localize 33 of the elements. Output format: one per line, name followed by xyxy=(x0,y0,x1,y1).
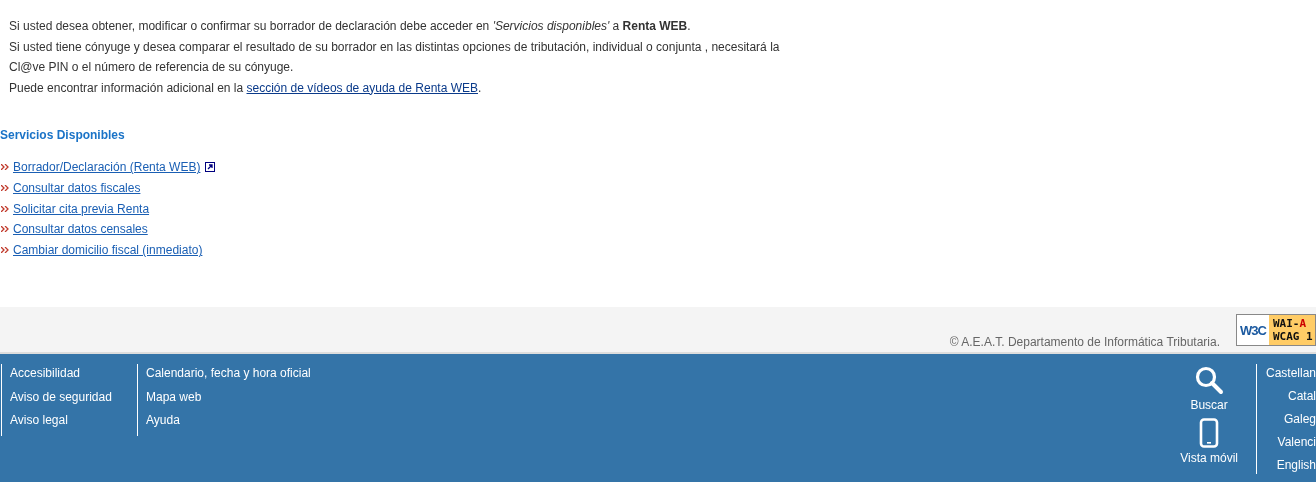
intro-text: Puede encontrar información adicional en la xyxy=(9,79,244,97)
section-heading: Servicios Disponibles xyxy=(0,128,126,142)
language-link[interactable]: Catal xyxy=(1288,387,1316,407)
external-link-icon xyxy=(205,162,216,173)
intro-text: Si usted tiene cónyuge y desea comparar el resultado de su borrador en las distintas opciones de tributación, individual o conjunta , necesitará la Cl@ve PIN o el número de referencia de su cónyuge. xyxy=(9,38,781,76)
language-link[interactable]: Castellan xyxy=(1265,364,1316,384)
help-videos-link[interactable]: sección de vídeos de ayuda de Renta WEB xyxy=(246,77,478,98)
service-link[interactable]: Solicitar cita previa Renta xyxy=(13,201,150,216)
language-link[interactable]: Valenci xyxy=(1277,433,1316,453)
copyright-text: © A.E.A.T. Departamento de Informática Tributaria. xyxy=(949,335,1220,350)
service-link[interactable]: Consultar datos censales xyxy=(13,222,148,237)
double-chevron-icon xyxy=(1,247,9,254)
mobile-view-button[interactable]: Vista móvil xyxy=(1180,418,1238,466)
footer-link[interactable]: Ayuda xyxy=(146,411,311,430)
smartphone-icon xyxy=(1199,418,1220,449)
footer-link[interactable]: Aviso legal xyxy=(10,411,117,430)
language-link[interactable]: English xyxy=(1276,456,1316,476)
intro-text: Si usted desea obtener, modificar o confirmar su borrador de declaración debe acceder en 'Servicios disponibles' a Renta WEB. xyxy=(9,18,692,35)
footer-link[interactable]: Aviso de seguridad xyxy=(10,387,117,407)
period-text: . xyxy=(478,79,482,97)
double-chevron-icon xyxy=(1,185,9,192)
search-button[interactable]: Buscar xyxy=(1190,365,1228,413)
double-chevron-icon xyxy=(1,226,9,233)
double-chevron-icon xyxy=(1,164,9,171)
double-chevron-icon xyxy=(1,205,9,212)
footer-link[interactable]: Mapa web xyxy=(146,387,311,407)
service-link[interactable]: Cambiar domicilio fiscal (inmediato) xyxy=(13,243,203,258)
search-icon xyxy=(1194,365,1225,396)
language-link[interactable]: Galeg xyxy=(1283,410,1316,430)
footer-link[interactable]: Calendario, fecha y hora oficial xyxy=(146,364,311,383)
footer-link[interactable]: Accesibilidad xyxy=(10,364,117,383)
service-link[interactable]: Borrador/Declaración (Renta WEB) xyxy=(13,160,201,175)
service-link[interactable]: Consultar datos fiscales xyxy=(13,181,141,196)
